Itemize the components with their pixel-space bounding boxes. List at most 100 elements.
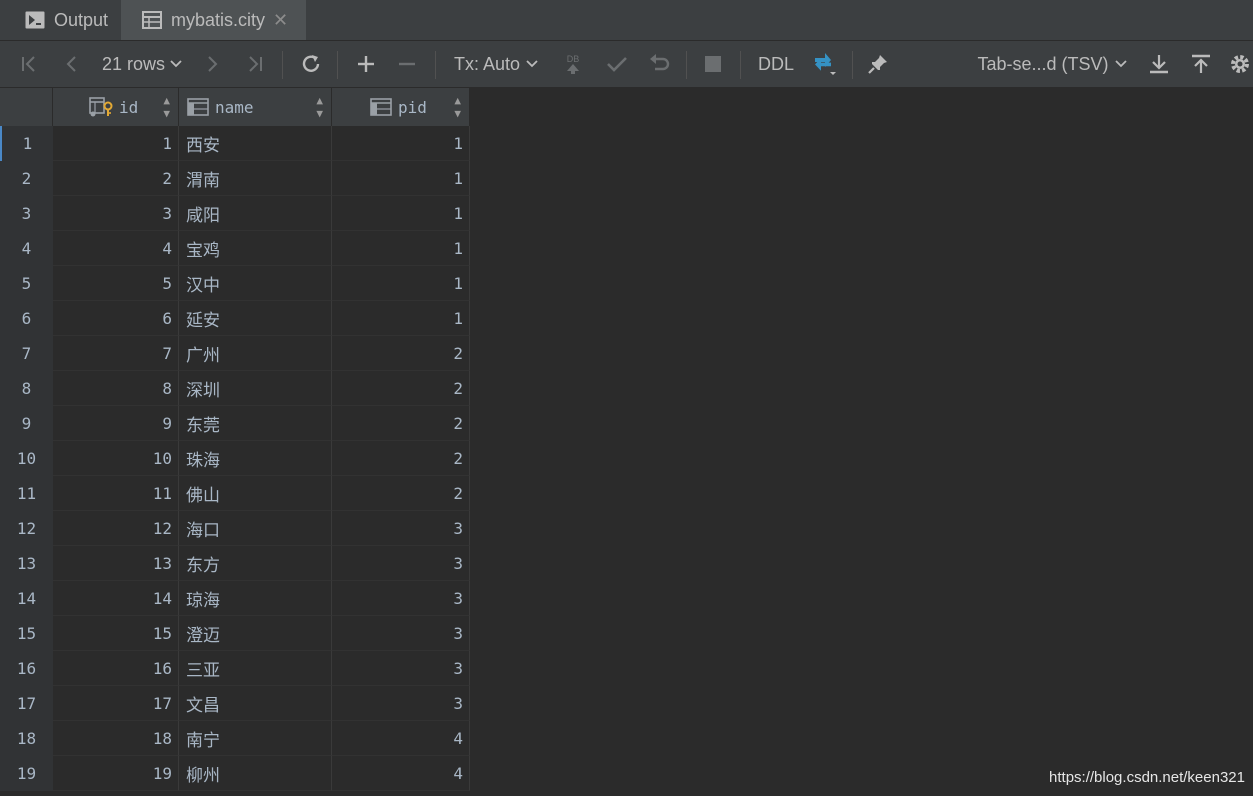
sort-arrows-icon[interactable]: ▲ ▼ xyxy=(316,94,323,120)
compare-arrows-icon[interactable] xyxy=(808,41,840,87)
cell-id[interactable]: 11 xyxy=(53,476,179,511)
cell-id[interactable]: 16 xyxy=(53,651,179,686)
transaction-mode-selector[interactable]: Tx: Auto xyxy=(448,41,544,87)
cell-name[interactable]: 佛山 xyxy=(179,476,332,511)
cell-name[interactable]: 珠海 xyxy=(179,441,332,476)
cell-id[interactable]: 6 xyxy=(53,301,179,336)
download-icon[interactable] xyxy=(1144,41,1174,87)
sort-arrows-icon[interactable]: ▲ ▼ xyxy=(163,94,170,120)
cell-name[interactable]: 海口 xyxy=(179,511,332,546)
row-number[interactable]: 17 xyxy=(0,686,53,721)
cell-pid[interactable]: 3 xyxy=(332,546,470,581)
row-number[interactable]: 12 xyxy=(0,511,53,546)
table-row[interactable]: 7 7 广州 2 xyxy=(0,336,470,371)
cell-pid[interactable]: 3 xyxy=(332,651,470,686)
ddl-button[interactable]: DDL xyxy=(752,41,800,87)
tab-mybatis-city[interactable]: mybatis.city ✕ xyxy=(121,0,306,40)
row-number[interactable]: 2 xyxy=(0,161,53,196)
close-icon[interactable]: ✕ xyxy=(273,10,288,31)
row-number[interactable]: 10 xyxy=(0,441,53,476)
rows-selector[interactable]: 21 rows xyxy=(96,41,188,87)
table-row[interactable]: 15 15 澄迈 3 xyxy=(0,616,470,651)
row-number[interactable]: 16 xyxy=(0,651,53,686)
row-number[interactable]: 3 xyxy=(0,196,53,231)
row-number[interactable]: 4 xyxy=(0,231,53,266)
cell-name[interactable]: 广州 xyxy=(179,336,332,371)
row-number[interactable]: 9 xyxy=(0,406,53,441)
cell-id[interactable]: 10 xyxy=(53,441,179,476)
submit-db-icon[interactable]: DB xyxy=(558,41,588,87)
row-number[interactable]: 8 xyxy=(0,371,53,406)
cell-name[interactable]: 深圳 xyxy=(179,371,332,406)
cell-id[interactable]: 3 xyxy=(53,196,179,231)
cell-name[interactable]: 柳州 xyxy=(179,756,332,791)
row-number[interactable]: 19 xyxy=(0,756,53,791)
cell-name[interactable]: 三亚 xyxy=(179,651,332,686)
table-row[interactable]: 8 8 深圳 2 xyxy=(0,371,470,406)
row-number[interactable]: 15 xyxy=(0,616,53,651)
table-row[interactable]: 13 13 东方 3 xyxy=(0,546,470,581)
cell-pid[interactable]: 2 xyxy=(332,406,470,441)
row-number[interactable]: 14 xyxy=(0,581,53,616)
table-row[interactable]: 12 12 海口 3 xyxy=(0,511,470,546)
upload-icon[interactable] xyxy=(1186,41,1216,87)
gear-icon[interactable] xyxy=(1228,41,1253,87)
table-row[interactable]: 10 10 珠海 2 xyxy=(0,441,470,476)
table-row[interactable]: 11 11 佛山 2 xyxy=(0,476,470,511)
cell-id[interactable]: 8 xyxy=(53,371,179,406)
row-number[interactable]: 5 xyxy=(0,266,53,301)
export-format-selector[interactable]: Tab-se...d (TSV) xyxy=(974,41,1130,87)
cell-name[interactable]: 东方 xyxy=(179,546,332,581)
cell-name[interactable]: 南宁 xyxy=(179,721,332,756)
stop-icon[interactable] xyxy=(698,41,728,87)
cell-pid[interactable]: 1 xyxy=(332,301,470,336)
table-row[interactable]: 18 18 南宁 4 xyxy=(0,721,470,756)
cell-pid[interactable]: 3 xyxy=(332,616,470,651)
cell-id[interactable]: 14 xyxy=(53,581,179,616)
table-row[interactable]: 19 19 柳州 4 xyxy=(0,756,470,791)
cell-pid[interactable]: 3 xyxy=(332,686,470,721)
add-row-icon[interactable] xyxy=(350,41,382,87)
cell-pid[interactable]: 3 xyxy=(332,511,470,546)
cell-pid[interactable]: 2 xyxy=(332,371,470,406)
cell-id[interactable]: 15 xyxy=(53,616,179,651)
row-number[interactable]: 7 xyxy=(0,336,53,371)
delete-row-icon[interactable] xyxy=(392,41,422,87)
table-row[interactable]: 6 6 延安 1 xyxy=(0,301,470,336)
row-number[interactable]: 13 xyxy=(0,546,53,581)
table-row[interactable]: 16 16 三亚 3 xyxy=(0,651,470,686)
cell-name[interactable]: 咸阳 xyxy=(179,196,332,231)
table-row[interactable]: 17 17 文昌 3 xyxy=(0,686,470,721)
cell-id[interactable]: 2 xyxy=(53,161,179,196)
table-row[interactable]: 4 4 宝鸡 1 xyxy=(0,231,470,266)
table-row[interactable]: 2 2 渭南 1 xyxy=(0,161,470,196)
tab-output[interactable]: Output xyxy=(0,0,120,40)
refresh-icon[interactable] xyxy=(295,41,327,87)
row-number[interactable]: 1 xyxy=(0,126,53,161)
cell-name[interactable]: 宝鸡 xyxy=(179,231,332,266)
cell-id[interactable]: 18 xyxy=(53,721,179,756)
cell-name[interactable]: 渭南 xyxy=(179,161,332,196)
previous-page-icon[interactable] xyxy=(58,41,86,87)
cell-name[interactable]: 澄迈 xyxy=(179,616,332,651)
cell-id[interactable]: 4 xyxy=(53,231,179,266)
table-row[interactable]: 9 9 东莞 2 xyxy=(0,406,470,441)
cell-name[interactable]: 汉中 xyxy=(179,266,332,301)
column-header-name[interactable]: name ▲ ▼ xyxy=(179,88,332,126)
cell-pid[interactable]: 2 xyxy=(332,441,470,476)
next-page-icon[interactable] xyxy=(198,41,226,87)
cell-id[interactable]: 17 xyxy=(53,686,179,721)
cell-pid[interactable]: 1 xyxy=(332,126,470,161)
cell-name[interactable]: 文昌 xyxy=(179,686,332,721)
cell-pid[interactable]: 4 xyxy=(332,721,470,756)
cell-id[interactable]: 13 xyxy=(53,546,179,581)
rollback-icon[interactable] xyxy=(644,41,674,87)
cell-pid[interactable]: 4 xyxy=(332,756,470,791)
commit-check-icon[interactable] xyxy=(602,41,632,87)
table-row[interactable]: 14 14 琼海 3 xyxy=(0,581,470,616)
cell-id[interactable]: 7 xyxy=(53,336,179,371)
cell-name[interactable]: 延安 xyxy=(179,301,332,336)
pin-icon[interactable] xyxy=(862,41,894,87)
cell-id[interactable]: 5 xyxy=(53,266,179,301)
last-page-icon[interactable] xyxy=(240,41,270,87)
